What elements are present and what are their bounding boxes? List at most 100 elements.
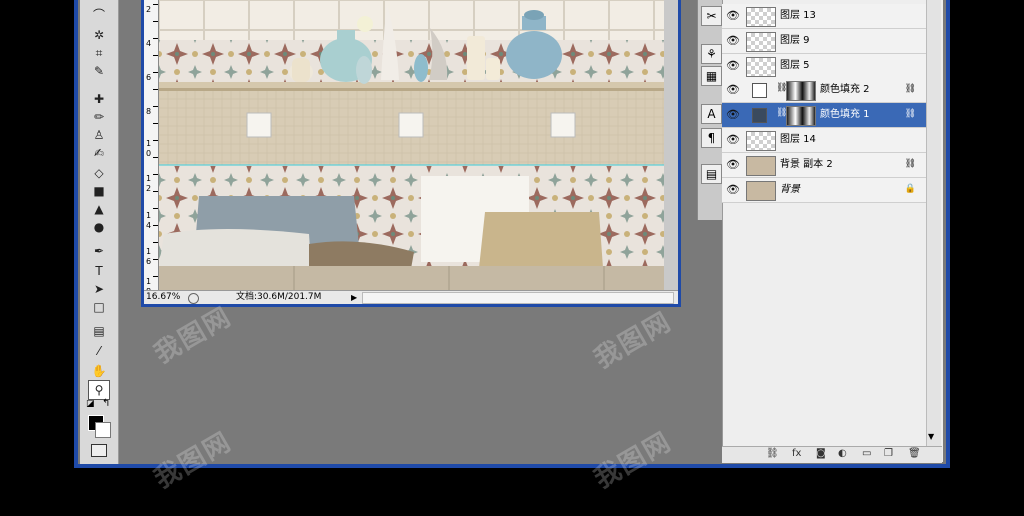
type-tool[interactable]: T <box>89 262 109 280</box>
vertical-ruler[interactable]: 24681012141618 <box>144 0 159 296</box>
layer-link-icon: ⛓ <box>904 109 916 120</box>
new-group-icon[interactable]: ▭ <box>862 448 871 459</box>
status-bar: 16.67% 文档:30.6M/201.7M ▶ <box>144 290 678 304</box>
layer-name[interactable]: 背景 副本 2 <box>780 153 833 177</box>
lasso-tool[interactable]: ⌒ <box>89 6 109 24</box>
new-layer-icon[interactable]: ❐ <box>884 448 893 459</box>
dodge-tool[interactable]: ● <box>89 218 109 236</box>
magic-wand-tool[interactable]: ✲ <box>89 26 109 44</box>
layer-name[interactable]: 颜色填充 2 <box>820 78 870 102</box>
ruler-tick <box>153 89 158 90</box>
ruler-label: 1 <box>146 247 152 256</box>
image-canvas[interactable] <box>159 0 664 290</box>
path-selection-tool[interactable]: ➤ <box>89 280 109 298</box>
fill-color-thumbnail[interactable] <box>752 108 767 124</box>
layer-name[interactable]: 图层 14 <box>780 128 816 152</box>
zoom-level[interactable]: 16.67% <box>146 291 180 304</box>
brush-tool[interactable]: ✏ <box>89 108 109 126</box>
room-photo <box>159 0 664 290</box>
notes-tool[interactable]: ▤ <box>89 322 109 340</box>
layer-row[interactable]: 👁 背景 🔒 <box>722 177 926 203</box>
eyedropper-tool[interactable]: ⁄ <box>89 342 109 360</box>
ruler-label: 8 <box>146 107 152 116</box>
visibility-eye-icon[interactable]: 👁 <box>725 32 741 50</box>
layers-footer: ⛓ fx ◙ ◐ ▭ ❐ 🗑 <box>722 446 942 463</box>
visibility-eye-icon[interactable]: 👁 <box>725 106 741 124</box>
window-frame-right <box>946 0 950 468</box>
layer-row[interactable]: 👁 图层 9 <box>722 28 926 54</box>
layer-mask-thumbnail[interactable] <box>786 106 816 127</box>
ruler-label: 4 <box>146 39 152 48</box>
layer-name[interactable]: 颜色填充 1 <box>820 103 870 127</box>
document-size: 文档:30.6M/201.7M <box>236 292 322 302</box>
layer-row[interactable]: 👁 图层 5 <box>722 53 926 79</box>
fill-color-thumbnail[interactable] <box>752 83 767 99</box>
blur-tool[interactable]: ▲ <box>89 200 109 218</box>
add-mask-icon[interactable]: ◙ <box>816 448 826 459</box>
background-color-swatch[interactable] <box>95 422 111 438</box>
pen-tool[interactable]: ✒ <box>89 242 109 260</box>
layer-row[interactable]: 👁 ⛓ 颜色填充 2 ⛓ <box>722 78 926 104</box>
adjustment-layer-icon[interactable]: ◐ <box>838 448 847 459</box>
visibility-eye-icon[interactable]: 👁 <box>725 181 741 199</box>
layer-thumbnail[interactable] <box>746 155 776 176</box>
layer-thumbnail[interactable] <box>746 31 776 52</box>
layer-row[interactable]: 👁 背景 副本 2 ⛓ <box>722 152 926 178</box>
visibility-eye-icon[interactable]: 👁 <box>725 7 741 25</box>
paragraph-icon[interactable]: ¶ <box>701 128 722 148</box>
hand-tool[interactable]: ✋ <box>89 362 109 380</box>
delete-layer-icon[interactable]: 🗑 <box>908 448 921 459</box>
ruler-tick <box>153 21 158 22</box>
ruler-tick <box>153 55 158 56</box>
visibility-eye-icon[interactable]: 👁 <box>725 156 741 174</box>
rectangle-tool[interactable]: □ <box>89 298 109 316</box>
layer-thumbnail[interactable] <box>746 180 776 201</box>
layer-name[interactable]: 图层 5 <box>780 54 810 78</box>
swap-colors-icon[interactable]: ↰ <box>102 398 110 409</box>
eraser-tool[interactable]: ◇ <box>89 164 109 182</box>
ruler-label: 4 <box>146 221 152 230</box>
layer-name[interactable]: 图层 9 <box>780 29 810 53</box>
quick-mask-button[interactable] <box>91 444 107 457</box>
brushes-icon[interactable]: ⚘ <box>701 44 722 64</box>
zoom-tool[interactable]: ⚲ <box>88 380 110 400</box>
ruler-tick <box>153 259 158 260</box>
layer-row[interactable]: 👁 图层 14 <box>722 128 926 153</box>
character-icon[interactable]: A <box>701 104 722 124</box>
layer-thumbnail[interactable] <box>746 56 776 77</box>
healing-brush-tool[interactable]: ✚ <box>89 90 109 108</box>
layer-comps-icon[interactable]: ▤ <box>701 164 722 184</box>
visibility-eye-icon[interactable]: 👁 <box>725 81 741 99</box>
layer-thumbnail[interactable] <box>746 7 776 27</box>
layer-thumbnail[interactable] <box>746 131 776 151</box>
layer-row[interactable]: 👁 ⛓ 颜色填充 1 ⛓ <box>722 103 926 129</box>
slice-tool[interactable]: ✎ <box>89 62 109 80</box>
ruler-tick <box>153 123 158 124</box>
layers-scrollbar[interactable] <box>926 0 941 448</box>
status-arrow-icon[interactable]: ▶ <box>351 291 357 304</box>
visibility-eye-icon[interactable]: 👁 <box>725 57 741 75</box>
gradient-tool[interactable]: ■ <box>89 182 109 200</box>
tool-presets-icon[interactable]: ✂ <box>701 6 722 26</box>
status-menu-icon[interactable] <box>188 293 199 304</box>
layer-style-icon[interactable]: fx <box>792 448 801 459</box>
default-colors-icon[interactable]: ◪ <box>86 399 95 409</box>
ruler-label: 1 <box>146 277 152 286</box>
ruler-label: 6 <box>146 73 152 82</box>
window-frame-left <box>74 0 78 468</box>
layer-row[interactable]: 👁 图层 13 <box>722 4 926 29</box>
layer-name[interactable]: 背景 <box>780 178 800 202</box>
visibility-eye-icon[interactable]: 👁 <box>725 131 741 149</box>
ruler-label: 2 <box>146 5 152 14</box>
canvas-pasteboard <box>664 0 678 290</box>
layer-mask-thumbnail[interactable] <box>786 81 816 102</box>
ruler-label: 6 <box>146 257 152 266</box>
scroll-down-icon[interactable]: ▼ <box>928 432 934 441</box>
link-layers-icon[interactable]: ⛓ <box>766 448 779 459</box>
crop-tool[interactable]: ⌗ <box>89 44 109 62</box>
clone-source-icon[interactable]: ▦ <box>701 66 722 86</box>
history-brush-tool[interactable]: ✍ <box>89 144 109 162</box>
horizontal-scrollbar[interactable] <box>362 292 674 304</box>
clone-stamp-tool[interactable]: ♙ <box>89 126 109 144</box>
layer-name[interactable]: 图层 13 <box>780 4 816 28</box>
